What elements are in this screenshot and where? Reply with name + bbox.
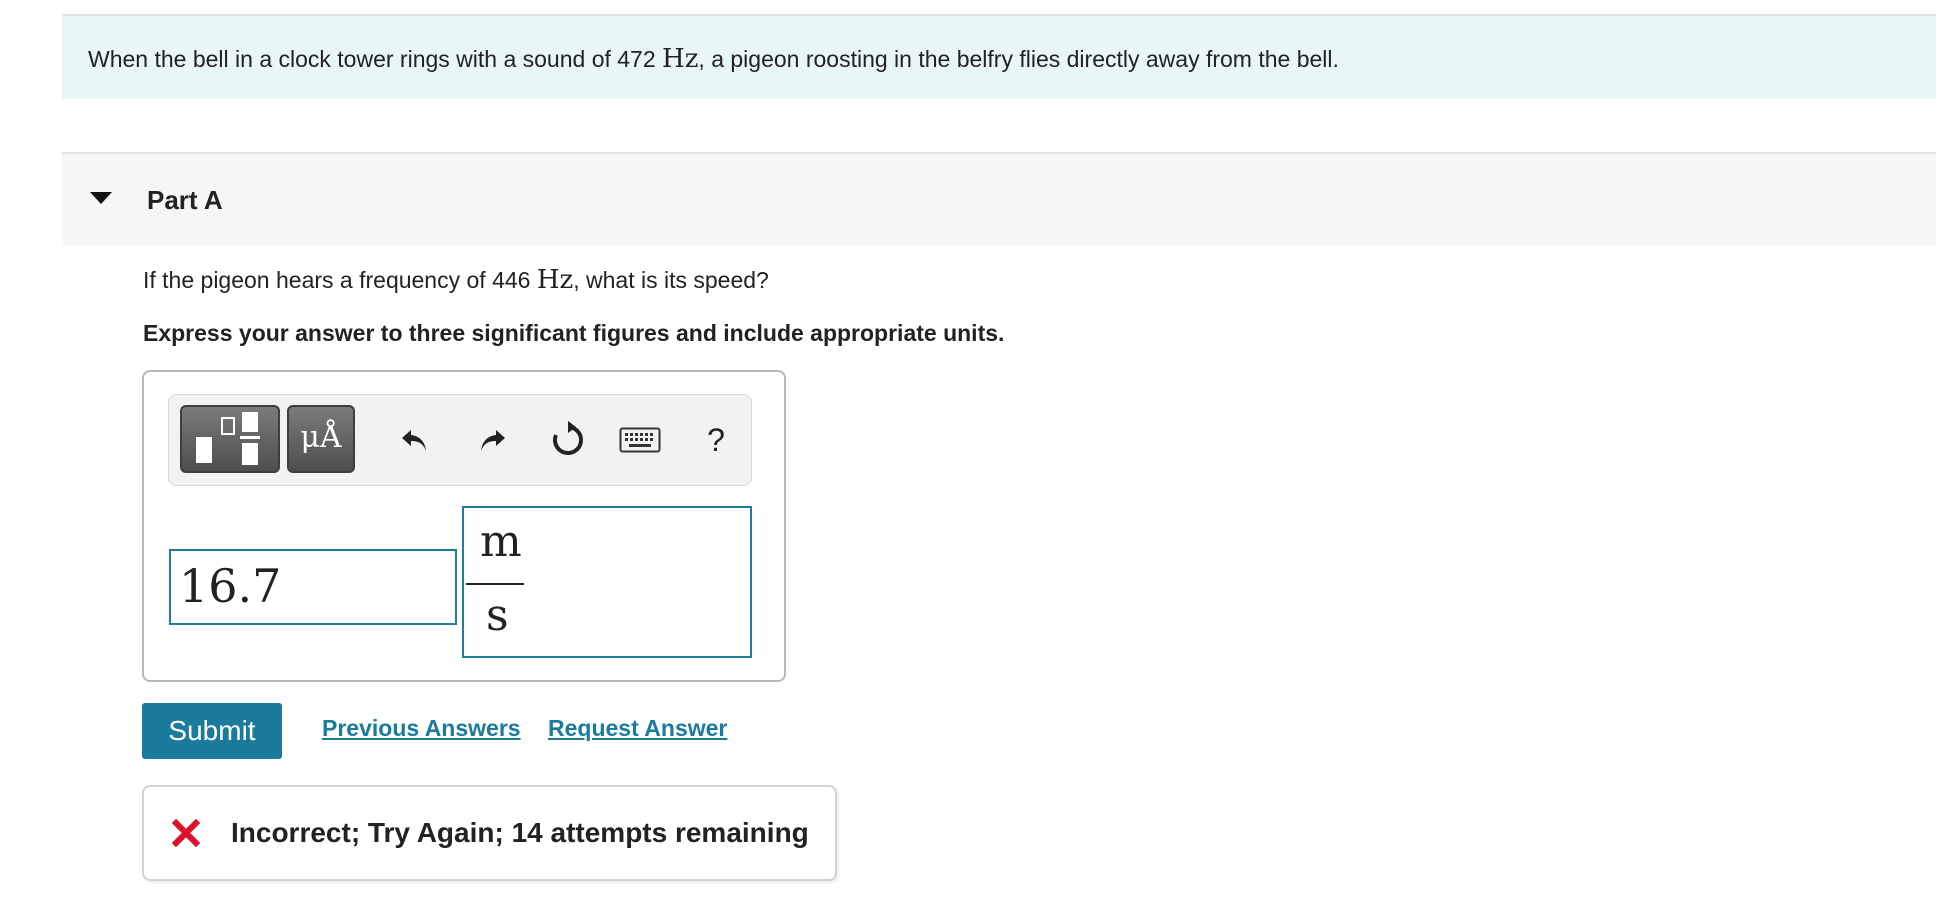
answer-box: μÅ ? 16.7 m s (142, 370, 786, 682)
help-button[interactable]: ? (693, 417, 739, 463)
fraction-bar-icon (240, 436, 260, 439)
question-text-after: , what is its speed? (573, 267, 769, 293)
part-title: Part A (147, 185, 223, 215)
reset-icon[interactable] (545, 417, 591, 463)
question-text: If the pigeon hears a frequency of 446 H… (143, 265, 769, 295)
answer-units-input[interactable]: m s (462, 506, 752, 658)
fraction-bar (466, 583, 524, 585)
answer-value-input[interactable]: 16.7 (169, 549, 457, 625)
keyboard-icon[interactable] (617, 417, 663, 463)
caret-down-icon[interactable] (90, 192, 112, 204)
problem-text-after: , a pigeon roosting in the belfry flies … (698, 46, 1339, 72)
request-answer-link[interactable]: Request Answer (548, 715, 727, 742)
problem-text-before: When the bell in a clock tower rings wit… (88, 46, 663, 72)
submit-button[interactable]: Submit (142, 703, 282, 759)
answer-instruction: Express your answer to three significant… (143, 320, 1005, 346)
redo-icon[interactable] (469, 417, 515, 463)
template-box-icon (221, 417, 235, 435)
problem-unit: Hz (662, 44, 699, 74)
template-box-icon (196, 437, 212, 463)
unit-numerator: m (480, 516, 522, 567)
feedback-message: Incorrect; Try Again; 14 attempts remain… (231, 817, 809, 848)
error-x-icon (172, 819, 200, 847)
math-toolbar: μÅ ? (168, 394, 752, 486)
feedback-banner: Incorrect; Try Again; 14 attempts remain… (142, 785, 837, 881)
units-button[interactable]: μÅ (287, 405, 355, 473)
previous-answers-link[interactable]: Previous Answers (322, 715, 521, 742)
undo-icon[interactable] (392, 417, 438, 463)
part-a-header[interactable]: Part A (62, 152, 1936, 246)
unit-denominator: s (486, 590, 509, 641)
question-text-before: If the pigeon hears a frequency of 446 (143, 267, 537, 293)
fraction-icon (242, 443, 258, 465)
problem-statement: When the bell in a clock tower rings wit… (62, 14, 1936, 99)
fraction-template-button[interactable] (180, 405, 280, 473)
question-unit: Hz (536, 265, 574, 295)
fraction-icon (242, 412, 258, 432)
